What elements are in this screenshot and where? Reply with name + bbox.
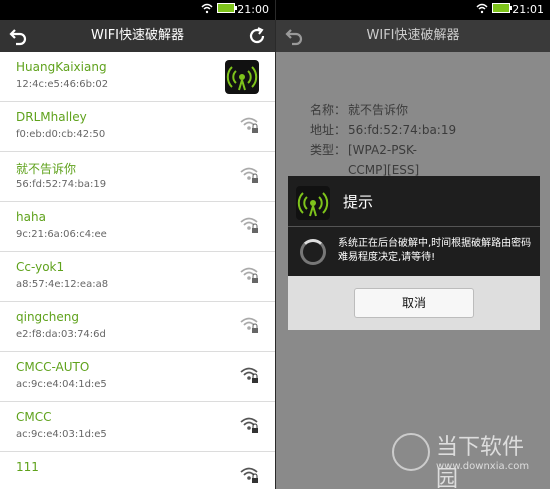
app-title: WIFI快速破解器 (91, 28, 184, 43)
wifi-signal-icon (476, 3, 488, 14)
app-title-bar: WIFI快速破解器 (0, 20, 275, 52)
watermark-title: 当下软件园 (436, 435, 525, 489)
network-row[interactable]: CMCC ac:9c:e4:03:1d:e5 (0, 402, 275, 452)
network-mac: 9c:21:6a:06:c4:ee (16, 229, 107, 240)
network-ssid: CMCC (16, 410, 52, 424)
status-time: 21:00 (237, 3, 269, 16)
dialog-message: 系统正在后台破解中,时间根据破解路由密码难易程度决定,请等待! (338, 238, 532, 263)
network-row[interactable]: CMCC-AUTO ac:9c:e4:04:1d:e5 (0, 352, 275, 402)
refresh-icon[interactable] (247, 26, 267, 46)
network-row[interactable]: DRLMhalley f0:eb:d0:cb:42:50 (0, 102, 275, 152)
loading-spinner-icon (300, 239, 326, 265)
network-row[interactable]: HuangKaixiang 12:4c:e5:46:6b:02 (0, 52, 275, 102)
network-mac: e2:f8:da:03:74:6d (16, 329, 106, 340)
status-bar: 21:00 (0, 0, 275, 20)
app-title-bar: WIFI快速破解器 (276, 20, 550, 52)
address-value: 56:fd:52:74:ba:19 (348, 123, 457, 137)
network-row[interactable]: Cc-yok1 a8:57:4e:12:ea:a8 (0, 252, 275, 302)
network-mac: a8:57:4e:12:ea:a8 (16, 279, 109, 290)
network-mac: f0:eb:d0:cb:42:50 (16, 129, 106, 140)
back-icon[interactable] (8, 26, 28, 46)
left-screen: 21:00 WIFI快速破解器 HuangKaixiang 12:4c:e5:4… (0, 0, 275, 489)
dialog-footer: 取消 (288, 276, 540, 330)
wifi-lock-icon (240, 167, 258, 183)
status-time: 21:01 (512, 3, 544, 16)
status-bar: 21:01 (276, 0, 550, 20)
network-row[interactable]: qingcheng e2:f8:da:03:74:6d (0, 302, 275, 352)
network-row[interactable]: 111 (0, 452, 275, 489)
network-mac: ac:9c:e4:03:1d:e5 (16, 429, 107, 440)
wifi-lock-icon (240, 117, 258, 133)
wifi-lock-icon (240, 367, 258, 383)
type-value-line1: [WPA2-PSK- (348, 143, 417, 157)
watermark-logo-icon (392, 433, 430, 471)
type-label: 类型： (310, 143, 347, 157)
right-screen: 21:01 WIFI快速破解器 名称： 就不告诉你 地址： 56:fd:52:74:… (276, 0, 550, 489)
wifi-signal-icon (201, 3, 213, 14)
battery-icon (217, 3, 237, 13)
network-mac: 56:fd:52:74:ba:19 (16, 179, 107, 190)
network-ssid: 就不告诉你 (16, 162, 77, 176)
wifi-lock-icon (240, 217, 258, 233)
network-row[interactable]: 就不告诉你 56:fd:52:74:ba:19 (0, 152, 275, 202)
network-ssid: haha (16, 210, 46, 224)
address-label: 地址： (310, 123, 347, 137)
wifi-lock-icon (240, 267, 258, 283)
network-ssid: HuangKaixiang (16, 60, 107, 74)
network-mac: ac:9c:e4:04:1d:e5 (16, 379, 107, 390)
network-list: HuangKaixiang 12:4c:e5:46:6b:02 DRLMhall… (0, 52, 275, 489)
back-icon[interactable] (284, 26, 304, 46)
status-icons (476, 2, 512, 14)
app-title: WIFI快速破解器 (366, 28, 460, 43)
wifi-lock-icon (240, 417, 258, 433)
dialog-body: 系统正在后台破解中,时间根据破解路由密码难易程度决定,请等待! (288, 227, 540, 277)
wifi-lock-icon (240, 467, 258, 483)
network-mac: 12:4c:e5:46:6b:02 (16, 79, 109, 90)
watermark: 当下软件园 www.downxia.com (390, 427, 540, 489)
network-ssid: 111 (16, 460, 39, 474)
name-value: 就不告诉你 (348, 103, 409, 117)
dialog-title: 提示 (343, 193, 374, 211)
wifi-lock-icon (240, 317, 258, 333)
app-wifi-icon (296, 186, 330, 220)
network-row[interactable]: haha 9c:21:6a:06:c4:ee (0, 202, 275, 252)
cancel-button[interactable]: 取消 (354, 288, 474, 318)
battery-icon (492, 3, 512, 13)
network-ssid: DRLMhalley (16, 110, 87, 124)
watermark-url: www.downxia.com (436, 461, 530, 472)
type-value-line2: CCMP][ESS] (348, 163, 420, 177)
network-ssid: qingcheng (16, 310, 79, 324)
name-label: 名称： (310, 103, 347, 117)
dialog-header: 提示 (288, 176, 540, 227)
network-ssid: Cc-yok1 (16, 260, 65, 274)
status-icons (201, 2, 237, 14)
app-wifi-icon (225, 60, 259, 94)
network-detail: 名称： 就不告诉你 地址： 56:fd:52:74:ba:19 类型： [WPA2-P… (310, 100, 456, 180)
progress-dialog: 提示 系统正在后台破解中,时间根据破解路由密码难易程度决定,请等待! 取消 (288, 176, 540, 330)
network-ssid: CMCC-AUTO (16, 360, 90, 374)
